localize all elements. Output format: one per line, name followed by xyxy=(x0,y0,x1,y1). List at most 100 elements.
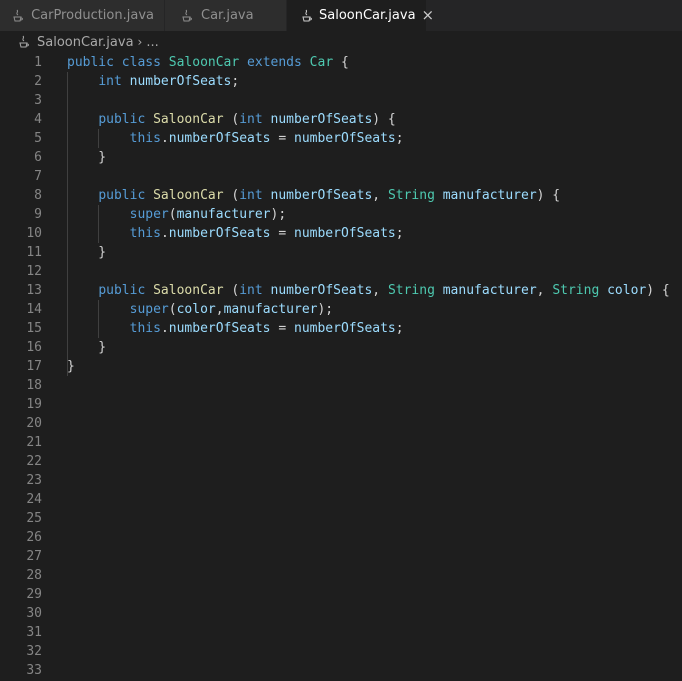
code-token: ( xyxy=(223,283,240,298)
code-token: int xyxy=(239,112,263,127)
code-line[interactable]: int numberOfSeats; xyxy=(67,72,670,91)
code-token: public xyxy=(67,55,114,70)
code-content[interactable]: public class SaloonCar extends Car { int… xyxy=(67,53,670,376)
code-token: numberOfSeats xyxy=(129,74,232,89)
code-line[interactable]: public SaloonCar (int numberOfSeats, Str… xyxy=(67,281,670,300)
chevron-right-icon: › xyxy=(137,35,143,49)
code-token: numberOfSeats xyxy=(270,188,373,203)
code-token: numberOfSeats xyxy=(270,112,373,127)
code-token: ); xyxy=(270,207,287,222)
tab-label: CarProduction.java xyxy=(31,8,154,23)
code-token: manufacturer xyxy=(442,283,537,298)
code-token: color xyxy=(607,283,647,298)
code-token: } xyxy=(67,245,107,260)
code-token: numberOfSeats xyxy=(294,131,396,146)
java-icon xyxy=(10,8,25,24)
code-line[interactable]: this.numberOfSeats = numberOfSeats; xyxy=(67,129,670,148)
code-token: . xyxy=(160,321,169,336)
line-number: 16 xyxy=(26,340,42,355)
code-line[interactable]: } xyxy=(67,243,670,262)
line-number: 2 xyxy=(34,74,42,89)
line-number: 27 xyxy=(26,549,42,564)
code-line[interactable] xyxy=(67,262,670,281)
code-token: String xyxy=(387,283,435,298)
code-line[interactable] xyxy=(67,91,670,110)
code-token: } xyxy=(67,359,75,374)
code-token: SaloonCar xyxy=(153,112,224,127)
code-line[interactable]: public SaloonCar (int numberOfSeats, Str… xyxy=(67,186,670,205)
code-token: , xyxy=(536,283,553,298)
code-line[interactable]: public SaloonCar (int numberOfSeats) { xyxy=(67,110,670,129)
code-token: SaloonCar xyxy=(153,283,224,298)
tab-salooncar[interactable]: SaloonCar.java × xyxy=(287,0,434,31)
code-line[interactable] xyxy=(67,167,670,186)
java-icon xyxy=(301,8,313,24)
code-line[interactable]: super(color,manufacturer); xyxy=(67,300,670,319)
code-line[interactable]: this.numberOfSeats = numberOfSeats; xyxy=(67,224,670,243)
code-token: , xyxy=(215,302,224,317)
code-token: ( xyxy=(223,188,240,203)
line-number: 31 xyxy=(26,625,42,640)
close-icon[interactable]: × xyxy=(422,8,435,23)
code-token: numberOfSeats xyxy=(168,226,271,241)
code-token: extends xyxy=(247,55,302,70)
line-number: 9 xyxy=(34,207,42,222)
code-token: SaloonCar xyxy=(168,55,240,70)
code-token: numberOfSeats xyxy=(270,283,373,298)
code-line[interactable]: } xyxy=(67,357,670,376)
breadcrumb-more[interactable]: ... xyxy=(146,35,158,50)
code-token: ( xyxy=(223,112,240,127)
code-token: } xyxy=(67,340,107,355)
code-token: numberOfSeats xyxy=(168,131,271,146)
code-token: ; xyxy=(231,74,240,89)
line-number-gutter: 1 2 3 4 5 6 7 8 9 10 11 12 13 14 15 16 17 18 19 20 21 22 23 24 2… xyxy=(0,53,44,680)
code-token: class xyxy=(121,55,161,70)
line-number: 7 xyxy=(34,169,42,184)
code-token: numberOfSeats xyxy=(168,321,271,336)
tab-car[interactable]: Car.java xyxy=(165,0,287,31)
line-number: 20 xyxy=(26,416,42,431)
line-number: 4 xyxy=(34,112,42,127)
code-token: String xyxy=(552,283,600,298)
code-token: this xyxy=(129,226,161,241)
breadcrumb: SaloonCar.java › ... xyxy=(0,31,682,53)
code-token: numberOfSeats xyxy=(294,321,396,336)
line-number: 22 xyxy=(26,454,42,469)
breadcrumb-file[interactable]: SaloonCar.java xyxy=(37,35,134,50)
line-number: 15 xyxy=(26,321,42,336)
code-line[interactable]: this.numberOfSeats = numberOfSeats; xyxy=(67,319,670,338)
code-token: , xyxy=(372,188,388,203)
code-line[interactable]: } xyxy=(67,338,670,357)
code-token: manufacturer xyxy=(176,207,271,222)
java-icon xyxy=(179,8,195,24)
code-token: = xyxy=(270,131,294,146)
code-line[interactable]: public class SaloonCar extends Car { xyxy=(67,53,670,72)
code-token: this xyxy=(129,321,161,336)
code-line[interactable]: super(manufacturer); xyxy=(67,205,670,224)
line-number: 12 xyxy=(26,264,42,279)
code-token: numberOfSeats xyxy=(294,226,396,241)
code-line[interactable]: } xyxy=(67,148,670,167)
line-number: 10 xyxy=(26,226,42,241)
code-token: ) { xyxy=(646,283,670,298)
tab-label: Car.java xyxy=(201,8,254,23)
code-token: color xyxy=(176,302,216,317)
tab-bar: CarProduction.java Car.java SaloonCar.ja… xyxy=(0,0,682,31)
code-editor[interactable]: 1 2 3 4 5 6 7 8 9 10 11 12 13 14 15 16 17 18 19 20 21 22 23 24 2… xyxy=(0,53,682,681)
code-token: int xyxy=(239,283,263,298)
line-number: 11 xyxy=(26,245,42,260)
line-number: 21 xyxy=(26,435,42,450)
code-token: , xyxy=(372,283,388,298)
tab-carproduction[interactable]: CarProduction.java xyxy=(0,0,165,31)
code-token: this xyxy=(129,131,161,146)
line-number: 1 xyxy=(34,55,42,70)
